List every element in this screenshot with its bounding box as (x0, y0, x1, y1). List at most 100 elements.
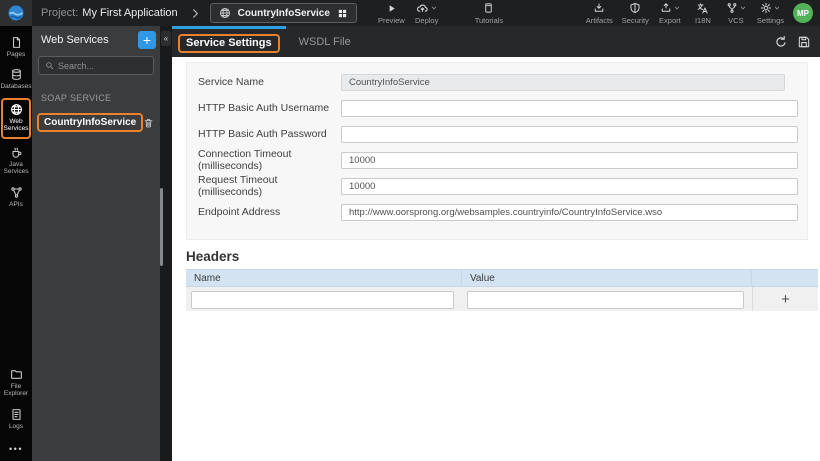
top-bar: Project: My First Application CountryInfo… (0, 0, 820, 26)
i18n-button[interactable]: I18N (691, 2, 715, 25)
tutorials-label: Tutorials (474, 16, 504, 25)
headers-table-header: Name Value (186, 269, 818, 287)
header-value-input[interactable] (467, 290, 744, 309)
tutorials-button[interactable]: Tutorials (475, 2, 503, 25)
chevron-down-icon[interactable] (774, 5, 780, 11)
artifacts-button[interactable]: Artifacts (586, 2, 613, 25)
i18n-label: I18N (694, 16, 711, 25)
save-icon[interactable] (797, 35, 811, 49)
service-settings-content: Service Name HTTP Basic Auth Username HT… (172, 57, 820, 461)
service-chip-label: CountryInfoService (237, 7, 330, 19)
preview-button[interactable]: Preview (378, 2, 405, 25)
book-icon (483, 2, 494, 14)
auth-username-field[interactable] (341, 99, 798, 117)
search-box[interactable] (38, 56, 154, 75)
add-service-button[interactable]: + (138, 31, 156, 49)
api-connector-icon (10, 186, 23, 199)
tab-bar: Service Settings WSDL File (172, 26, 820, 57)
rail-label-pages: Pages (6, 51, 26, 58)
export-button[interactable]: Export (658, 2, 682, 25)
rail-item-databases[interactable]: Databases (0, 63, 32, 95)
coffee-icon (10, 146, 23, 159)
user-avatar[interactable]: MP (793, 3, 813, 23)
rail-label-databases: Databases (0, 83, 32, 91)
service-name-label: Service Name (198, 76, 264, 88)
annotation-highlight-service-item[interactable]: CountryInfoService (37, 113, 144, 132)
translate-icon (696, 2, 709, 14)
soap-service-section-label: SOAP SERVICE (41, 93, 112, 103)
column-header-actions (752, 270, 818, 286)
connection-timeout-field[interactable] (341, 151, 798, 169)
deploy-label: Deploy (415, 16, 439, 25)
auth-username-label: HTTP Basic Auth Username (198, 102, 330, 114)
form-row: Endpoint Address (198, 199, 798, 225)
annotation-highlight-tab: Service Settings (178, 33, 280, 53)
gear-icon (760, 2, 772, 14)
column-header-name: Name (186, 270, 462, 286)
form-row: Request Timeout (milliseconds) (198, 173, 798, 199)
project-name: My First Application (82, 7, 178, 19)
rail-item-web-services[interactable]: Web Services (3, 103, 29, 133)
vcs-button[interactable]: VCS (724, 2, 748, 25)
rail-item-logs[interactable]: Logs (0, 403, 32, 435)
security-button[interactable]: Security (622, 2, 649, 25)
form-row: HTTP Basic Auth Password (198, 121, 798, 147)
settings-button[interactable]: Settings (757, 2, 784, 25)
rail-label-logs: Logs (8, 422, 24, 430)
header-name-input[interactable] (191, 290, 454, 309)
collapse-panel-icon[interactable]: « (161, 31, 171, 46)
panel-collapse-strip: « (160, 26, 172, 461)
project-breadcrumb: Project: My First Application (41, 7, 178, 19)
shield-icon (629, 2, 641, 14)
security-label: Security (621, 16, 649, 25)
form-row: HTTP Basic Auth Username (198, 95, 798, 121)
main-area: Service Settings WSDL File Service Name … (172, 26, 820, 461)
grid-icon[interactable] (337, 8, 348, 19)
trash-icon[interactable] (143, 117, 154, 129)
more-options-icon[interactable]: ••• (0, 435, 32, 461)
vertical-scrollbar[interactable] (160, 188, 163, 266)
connection-timeout-label: Connection Timeout (milliseconds) (198, 148, 292, 172)
wavemaker-logo-icon (8, 5, 24, 21)
preview-label: Preview (378, 16, 405, 25)
endpoint-address-label: Endpoint Address (198, 206, 281, 218)
artifacts-label: Artifacts (585, 16, 613, 25)
headers-section-title: Headers (186, 249, 240, 264)
rail-label-web-services: Web Services (3, 117, 29, 133)
service-chip[interactable]: CountryInfoService (209, 3, 357, 23)
search-input[interactable] (58, 60, 147, 71)
left-icon-rail: Pages Databases Web Services Java Servic… (0, 26, 32, 461)
form-row: Connection Timeout (milliseconds) (198, 147, 798, 173)
service-list-item[interactable]: CountryInfoService (32, 111, 160, 134)
deploy-button[interactable]: Deploy (415, 2, 439, 25)
tab-service-settings[interactable]: Service Settings (172, 26, 286, 57)
settings-label: Settings (756, 16, 784, 25)
refresh-icon[interactable] (774, 35, 788, 49)
auth-password-field[interactable] (341, 125, 798, 143)
project-label: Project: (41, 7, 79, 19)
panel-title: Web Services (41, 34, 109, 46)
tab-wsdl-file[interactable]: WSDL File (286, 26, 364, 57)
vcs-label: VCS (728, 16, 744, 25)
chevron-down-icon[interactable] (740, 5, 746, 11)
cloud-deploy-icon (416, 2, 429, 15)
chevron-down-icon[interactable] (431, 5, 437, 11)
topbar-center-actions: Preview Deploy Tutorials (378, 2, 503, 25)
rail-item-apis[interactable]: APIs (0, 181, 32, 213)
page-icon (10, 36, 23, 49)
column-header-value: Value (462, 270, 752, 286)
branch-icon (726, 2, 738, 14)
chevron-down-icon[interactable] (674, 5, 680, 11)
artifacts-download-icon (593, 2, 605, 14)
rail-item-pages[interactable]: Pages (0, 31, 32, 63)
app-logo[interactable] (0, 0, 32, 26)
rail-item-java-services[interactable]: Java Services (0, 141, 32, 181)
service-name-field (341, 73, 785, 91)
request-timeout-field[interactable] (341, 177, 798, 195)
endpoint-address-field[interactable] (341, 203, 798, 221)
rail-item-file-explorer[interactable]: File Explorer (0, 363, 32, 403)
topbar-right-actions: Artifacts Security Export I18N VCS Setti… (586, 2, 784, 25)
globe-icon (10, 103, 23, 116)
add-header-button[interactable]: + (752, 287, 818, 311)
rail-label-file-explorer: File Explorer (3, 382, 29, 398)
